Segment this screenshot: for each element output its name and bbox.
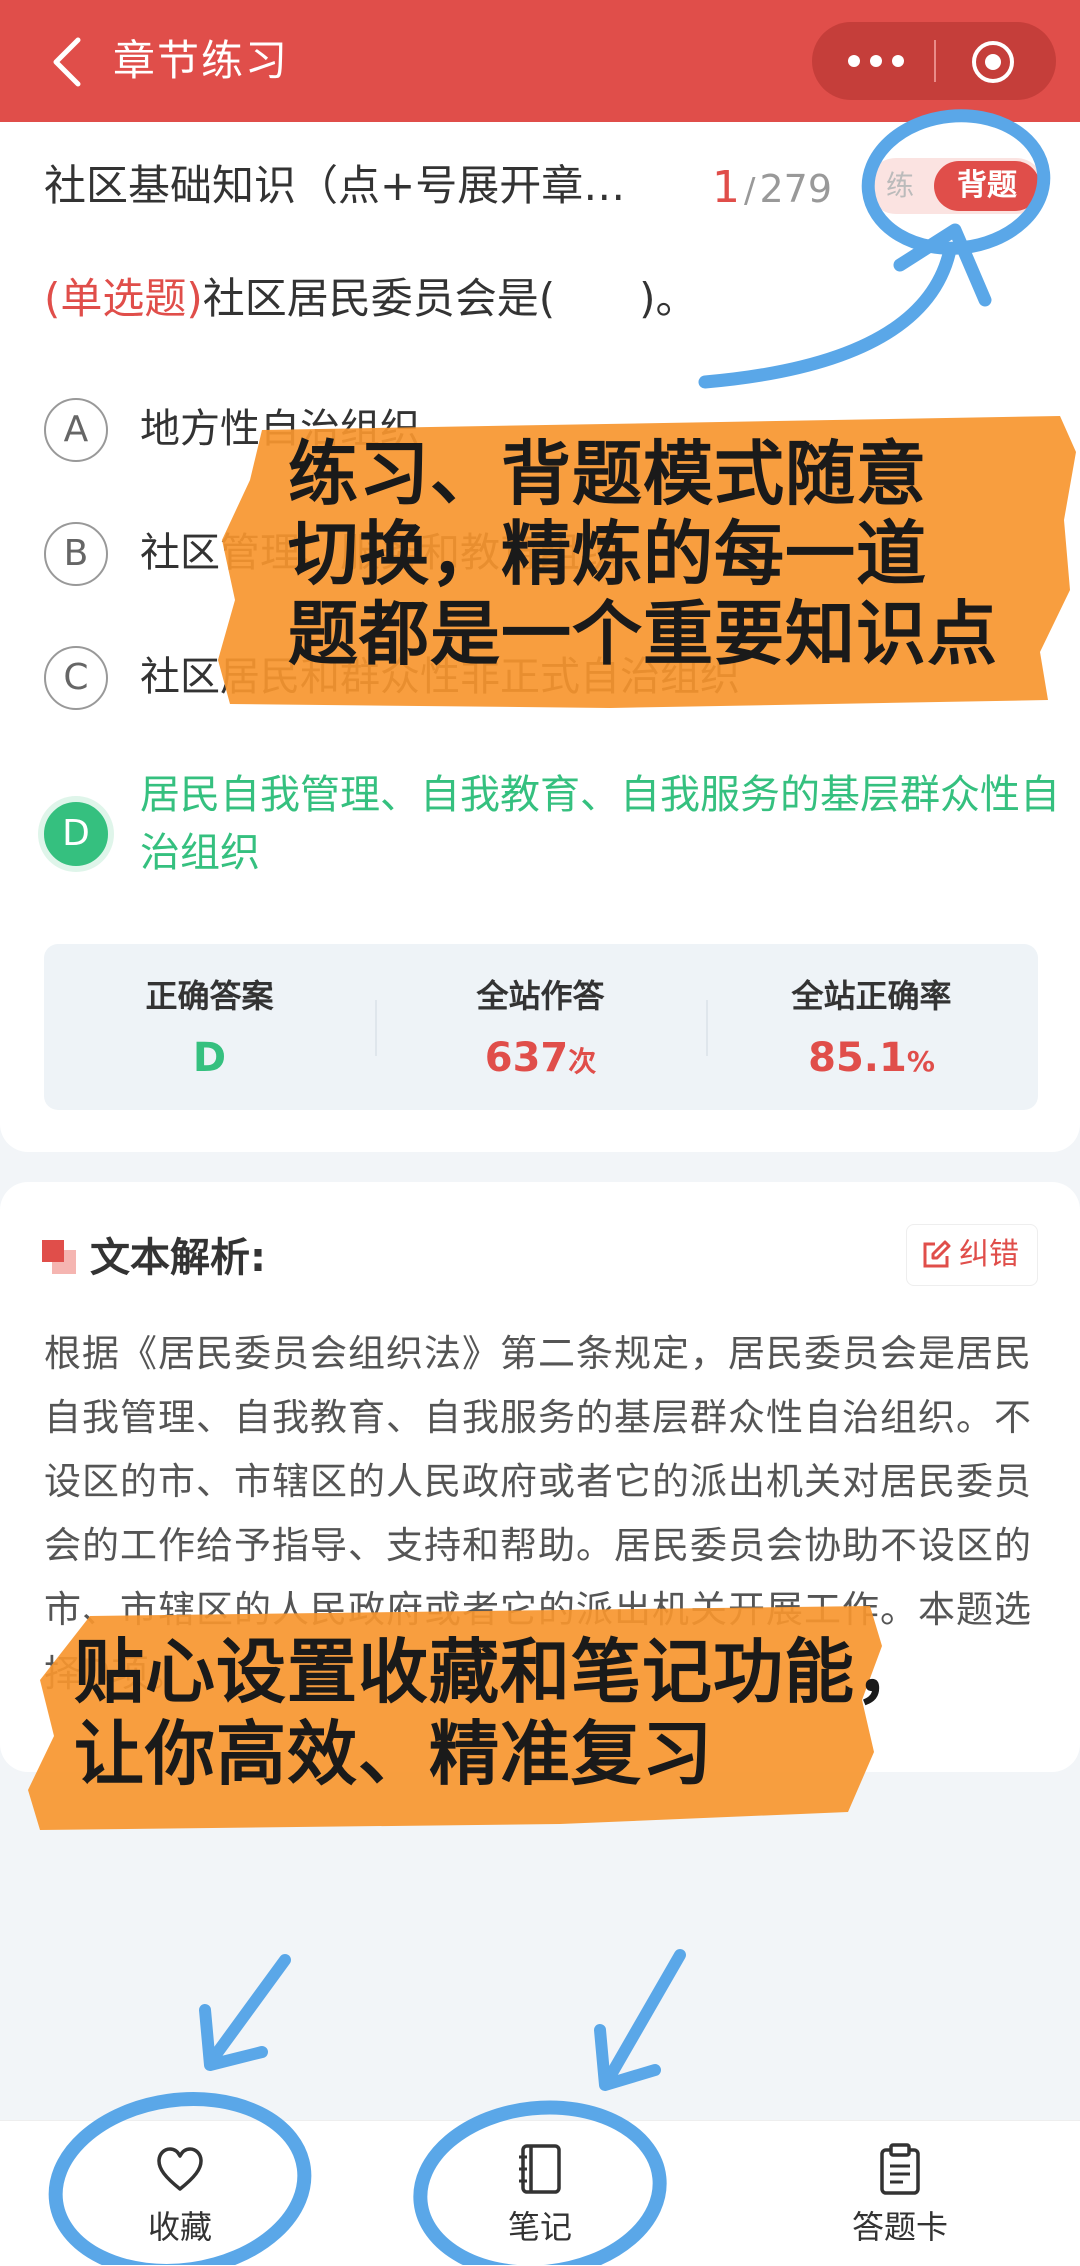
mode-recite-option[interactable]: 背题	[934, 161, 1040, 211]
stat-unit: %	[906, 1045, 935, 1078]
stat-value: 85.1%	[706, 1032, 1037, 1088]
arrow-head-notes	[594, 2024, 661, 2091]
answer-sheet-button[interactable]: 答题卡	[800, 2121, 1000, 2266]
question-type: (单选题)	[44, 274, 203, 323]
stat-accuracy: 全站正确率 85.1%	[706, 944, 1037, 1110]
notes-button[interactable]: 笔记	[440, 2121, 640, 2266]
arrow-head-favorite	[199, 2004, 268, 2071]
caption-bottom-line-2: 让你高效、精准复习	[74, 1712, 713, 1795]
analysis-section-icon	[42, 1240, 76, 1274]
option-letter: D	[44, 802, 108, 866]
miniprogram-capsule	[812, 22, 1056, 100]
top-nav-bar: 章节练习	[0, 0, 1080, 122]
question-card: (单选题)社区居民委员会是( )。 A 地方性自治组织 B 社区管理、服务和教育…	[0, 246, 1080, 1152]
stat-correct-answer: 正确答案 D	[44, 944, 375, 1110]
question-progress: 1/279	[712, 160, 832, 225]
stat-total-answers: 全站作答 637次	[375, 944, 706, 1110]
stat-number: 637	[484, 1035, 569, 1081]
mode-toggle[interactable]: 练 背题	[868, 158, 1044, 214]
progress-total: 279	[759, 167, 832, 211]
option-text: 居民自我管理、自我教育、自我服务的基层群众性自治组织	[140, 772, 1060, 876]
option-letter: C	[44, 646, 108, 710]
mode-practice-option[interactable]: 练	[886, 170, 914, 202]
tab-label: 收藏	[147, 2208, 212, 2246]
stat-label: 全站作答	[476, 977, 605, 1015]
option-letter: A	[44, 398, 108, 462]
stat-label: 正确答案	[145, 977, 274, 1015]
chevron-left-icon[interactable]	[44, 34, 92, 90]
bottom-toolbar: 收藏 笔记 答题卡	[0, 2120, 1080, 2266]
progress-separator: /	[744, 171, 756, 211]
heart-icon	[157, 2147, 203, 2191]
caption-top-line-2: 切换，精炼的每一道	[288, 512, 927, 595]
stat-value: D	[192, 1035, 227, 1081]
arrow-to-favorite	[206, 1954, 291, 2066]
question-text: 社区居民委员会是( )。	[202, 274, 698, 323]
caption-bottom-line-1: 贴心设置收藏和笔记功能，	[74, 1630, 926, 1713]
tab-label: 答题卡	[851, 2208, 948, 2246]
tab-label: 笔记	[507, 2208, 572, 2246]
answer-stats: 正确答案 D 全站作答 637次 全站正确率 85.1%	[44, 944, 1038, 1110]
chapter-title[interactable]: 社区基础知识（点+号展开章…	[44, 158, 625, 214]
capsule-divider	[934, 40, 936, 82]
stat-unit: 次	[568, 1045, 597, 1078]
stat-value: 637次	[375, 1032, 706, 1088]
caption-top-line-3: 题都是一个重要知识点	[288, 592, 998, 675]
arrow-to-notes	[602, 1949, 686, 2086]
target-circle-icon[interactable]	[970, 39, 1016, 85]
clipboard-icon	[880, 2143, 920, 2195]
option-letter: B	[44, 522, 108, 586]
notebook-icon	[519, 2144, 561, 2194]
stat-number: 85.1	[808, 1035, 907, 1081]
favorite-button[interactable]: 收藏	[80, 2121, 280, 2266]
question-stem: (单选题)社区居民委员会是( )。	[44, 268, 1034, 330]
caption-top-line-1: 练习、背题模式随意	[288, 432, 927, 515]
edit-icon	[923, 1240, 951, 1268]
question-header: 社区基础知识（点+号展开章… 1/279 练 背题	[0, 122, 1080, 247]
stat-label: 全站正确率	[791, 977, 952, 1015]
progress-current: 1	[712, 162, 740, 213]
analysis-title: 文本解析:	[90, 1235, 266, 1281]
page-title: 章节练习	[113, 36, 290, 85]
more-dots-icon[interactable]	[844, 50, 908, 72]
report-error-label: 纠错	[959, 1237, 1019, 1272]
report-error-button[interactable]: 纠错	[906, 1224, 1038, 1286]
